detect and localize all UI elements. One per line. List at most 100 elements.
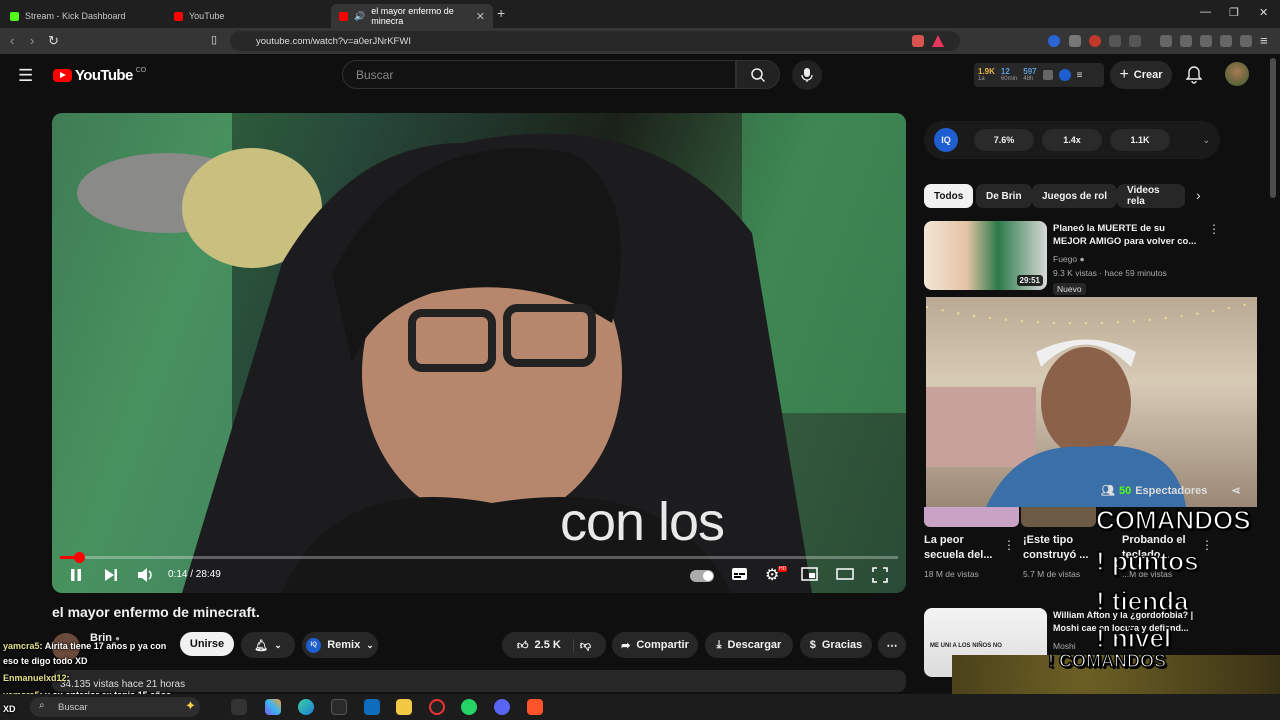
wallet-icon[interactable] [1200,35,1212,47]
voice-search-button[interactable] [792,60,822,90]
more-vertical-icon[interactable]: ⋮ [1208,222,1220,236]
more-actions-button[interactable]: ⋯ [878,632,906,658]
bookmark-icon[interactable]: ▯ [211,33,217,46]
join-button[interactable]: Unirse [180,632,234,656]
youtube-icon [339,11,348,21]
download-button[interactable]: ⤓ Descargar [705,632,793,658]
reload-icon[interactable]: ↻ [48,33,59,49]
related-video-thumbnail[interactable] [924,507,1019,527]
extension-icon[interactable] [1129,35,1141,47]
thanks-button[interactable]: $ Gracias [800,632,872,658]
miniplayer-icon[interactable] [801,567,818,581]
tab-kick-dashboard[interactable]: Stream - Kick Dashboard [2,4,164,28]
close-window-button[interactable]: ✕ [1259,6,1268,19]
tab-title: el mayor enfermo de minecra [371,6,454,26]
progress-scrubber[interactable] [74,552,85,563]
extension-icon[interactable] [1069,35,1081,47]
vpn-icon[interactable] [1240,35,1252,47]
more-vertical-icon[interactable]: ⋮ [1201,538,1213,552]
subscribe-bell-button[interactable]: 🔔︎ ⌄ [241,632,295,658]
media-icon[interactable] [1160,35,1172,47]
new-tab-button[interactable]: + [497,5,505,21]
search-input[interactable]: Buscar [342,60,736,89]
chip-related[interactable]: Videos rela [1117,184,1185,208]
tab-youtube[interactable]: YouTube [166,4,328,28]
minimize-button[interactable]: — [1200,6,1211,18]
related-channel[interactable]: Fuego ● [1053,254,1085,264]
download-icon: ⤓ [716,638,722,651]
bell-icon: 🔔︎ [254,639,269,652]
close-tab-icon[interactable]: ✕ [476,10,485,23]
related-channel[interactable]: Moshi [1053,641,1076,651]
volume-icon[interactable] [137,567,155,583]
remix-button[interactable]: IQ Remix ⌄ [302,632,378,658]
extensions-puzzle-icon[interactable] [1109,35,1121,47]
youtube-logo[interactable]: YouTube CO [53,67,146,84]
extension-icon[interactable] [1089,35,1101,47]
iq-badge[interactable]: IQ [934,128,958,152]
outlook-icon[interactable] [364,699,380,715]
sidebar-icon[interactable] [1180,35,1192,47]
chip-all[interactable]: Todos [924,184,974,208]
chevron-right-icon[interactable]: › [1196,187,1201,203]
chip-roleplay[interactable]: Juegos de rol [1032,184,1118,208]
video-title: el mayor enfermo de minecraft. [52,604,260,620]
discord-icon[interactable] [494,699,510,715]
copilot-icon[interactable] [265,699,281,715]
search-button[interactable] [736,60,780,89]
page-scrollbar[interactable] [1270,58,1276,198]
forward-icon[interactable]: › [30,33,34,48]
related-video-thumbnail[interactable] [1021,507,1096,527]
task-view-icon[interactable] [231,699,247,715]
like-button[interactable]: 👍︎ 2.5 K [517,638,574,652]
edge-icon[interactable] [298,699,314,715]
user-avatar[interactable] [1225,62,1249,86]
file-explorer-icon[interactable] [396,699,412,715]
like-dislike-group: 👍︎ 2.5 K 👎︎ [502,632,606,658]
chevron-down-icon[interactable]: ⌄ [1202,135,1210,146]
thumbnail-text: ME UNI A LOS NIÑOS NO [930,643,1002,649]
share-icon: ⋖ [1231,485,1241,497]
hamburger-menu-icon[interactable]: ☰ [18,66,33,86]
chip-de-brin[interactable]: De Brin [976,184,1032,208]
taskbar-search-input[interactable]: ⌕ Buscar [30,697,200,717]
notifications-bell-icon[interactable] [1186,66,1202,84]
related-video-title[interactable]: La peor secuela del... [924,533,996,563]
theater-mode-icon[interactable] [836,567,854,581]
brave-icon[interactable] [527,699,543,715]
share-button[interactable]: ➦ Compartir [612,632,698,658]
restore-button[interactable]: ❐ [1229,6,1239,19]
brave-shield-icon[interactable] [912,35,924,47]
video-player[interactable]: con los [52,113,906,593]
menu-icon[interactable]: ≡ [1260,33,1268,48]
thumbs-down-icon[interactable]: 👎︎ [580,639,591,652]
chat-text: : [66,673,70,683]
store-icon[interactable] [331,699,347,715]
whatsapp-icon[interactable] [461,699,477,715]
subtitles-icon[interactable] [731,567,748,581]
more-vertical-icon[interactable]: ⋮ [1003,538,1015,552]
chat-text: : Airita tiene 17 años p ya con [39,641,167,651]
create-button[interactable]: + Crear [1110,61,1172,89]
extension-icon[interactable] [1048,35,1060,47]
speaker-icon: 🔊 [354,10,366,21]
related-video-title[interactable]: ¡Este tipo construyó ... [1023,533,1099,563]
pause-icon[interactable] [68,567,84,583]
fullscreen-icon[interactable] [872,567,888,583]
stats-extension-widget[interactable]: 1.9K 1a 12 60min 597 48h ≡ [974,63,1104,87]
chat-message: Enmanuelxd12: [3,673,70,683]
tab-video[interactable]: 🔊 el mayor enfermo de minecra ✕ [331,4,493,28]
obs-icon[interactable] [429,699,445,715]
back-icon[interactable]: ‹ [10,33,14,48]
next-video-icon[interactable] [103,567,119,583]
url-field[interactable]: youtube.com/watch?v=a0erJNrKFWI [230,31,960,51]
chat-message: eso te digo todo XD [3,656,88,666]
leo-icon[interactable] [1220,35,1232,47]
progress-bar[interactable] [60,556,898,559]
stat-value: 1.9K [978,67,995,76]
stat-sub: 1a [978,76,985,82]
verified-icon: ● [1079,254,1085,264]
related-video-title[interactable]: Planeó la MUERTE de su MEJOR AMIGO para … [1053,222,1201,248]
related-video-thumbnail[interactable]: 29:51 [924,221,1047,290]
autoplay-toggle[interactable] [690,570,714,582]
